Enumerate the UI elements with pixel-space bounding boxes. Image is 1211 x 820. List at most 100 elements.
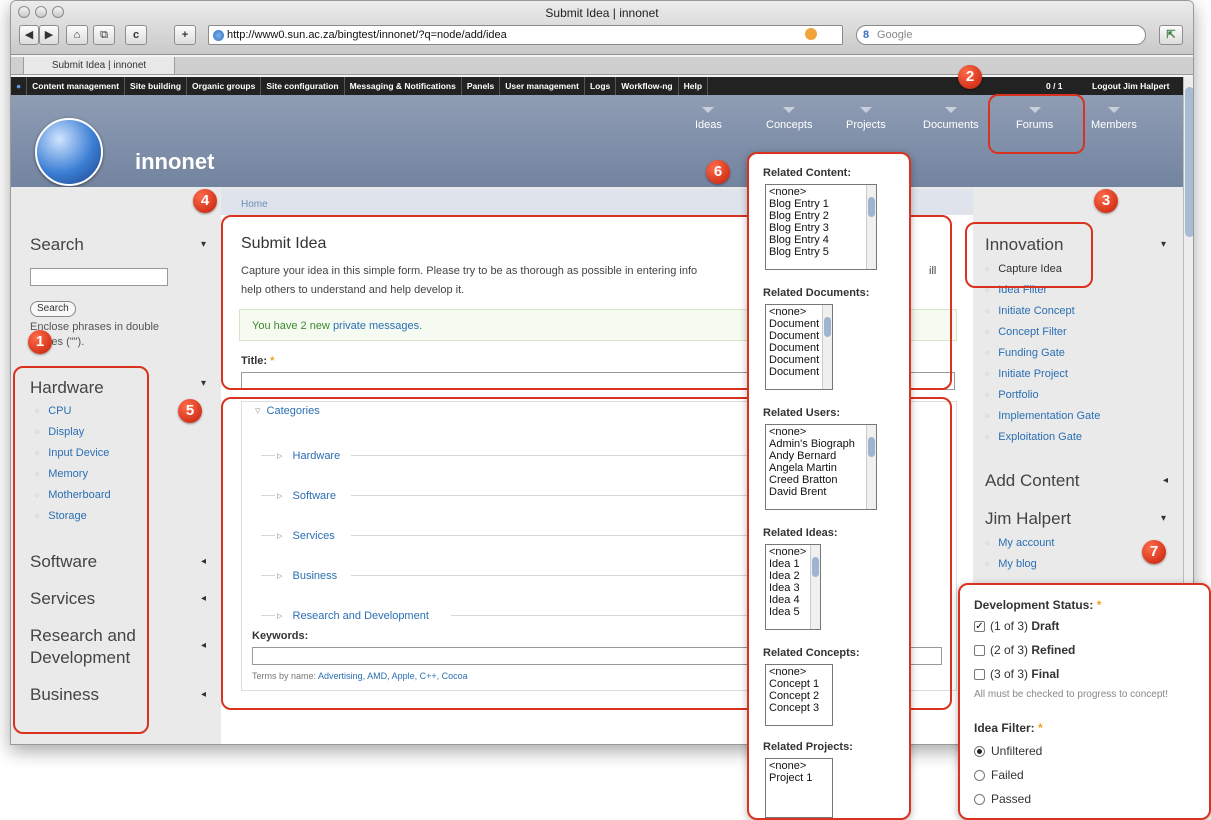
- back-button[interactable]: ◀: [19, 25, 39, 45]
- admin-item-help[interactable]: Help: [679, 77, 709, 95]
- list-option[interactable]: <none>: [769, 666, 829, 678]
- list-option[interactable]: Blog Entry 5: [769, 246, 873, 258]
- address-bar[interactable]: http://www0.sun.ac.za/bingtest/innonet/?…: [208, 25, 843, 45]
- innovation-concept-filter[interactable]: Concept Filter: [985, 326, 1066, 338]
- nav-concepts[interactable]: Concepts: [766, 107, 812, 131]
- site-name[interactable]: innonet: [135, 149, 214, 175]
- drupal-icon[interactable]: ●: [11, 77, 28, 95]
- list-option[interactable]: Document: [769, 366, 829, 378]
- scrollbar-thumb[interactable]: [812, 557, 819, 577]
- checkbox[interactable]: [974, 645, 985, 657]
- nav-ideas[interactable]: Ideas: [695, 107, 722, 131]
- list-option[interactable]: Document: [769, 318, 829, 330]
- resize-icon[interactable]: ⧉: [93, 25, 115, 45]
- expand-icon[interactable]: ◂: [201, 593, 206, 604]
- innonet-logo[interactable]: [35, 118, 103, 186]
- admin-item-logs[interactable]: Logs: [585, 77, 617, 95]
- list-option[interactable]: <none>: [769, 306, 829, 318]
- expand-icon[interactable]: ◂: [201, 556, 206, 567]
- nav-members[interactable]: Members: [1091, 107, 1137, 131]
- related-documents-list[interactable]: <none> Document Document Document Docume…: [765, 304, 833, 390]
- list-option[interactable]: Concept 1: [769, 678, 829, 690]
- list-scrollbar[interactable]: [810, 545, 820, 629]
- related-content-list[interactable]: <none> Blog Entry 1 Blog Entry 2 Blog En…: [765, 184, 877, 270]
- status-option-final[interactable]: (3 of 3) Final: [974, 667, 1059, 681]
- innovation-funding-gate[interactable]: Funding Gate: [985, 347, 1065, 359]
- status-option-draft[interactable]: ✓ (1 of 3) Draft: [974, 619, 1059, 633]
- list-option[interactable]: Document: [769, 354, 829, 366]
- collapse-icon[interactable]: ▾: [201, 239, 206, 250]
- list-option[interactable]: Andy Bernard: [769, 450, 873, 462]
- rss-icon[interactable]: [805, 28, 817, 40]
- list-option[interactable]: <none>: [769, 426, 873, 438]
- radio[interactable]: [974, 770, 985, 782]
- admin-item-organic-groups[interactable]: Organic groups: [187, 77, 262, 95]
- expand-icon[interactable]: ◂: [1163, 475, 1168, 486]
- search-submit-button[interactable]: Search: [30, 301, 76, 317]
- sidebar-search-input[interactable]: [30, 268, 168, 286]
- list-option[interactable]: Blog Entry 2: [769, 210, 873, 222]
- filter-option-passed[interactable]: Passed: [974, 792, 1031, 806]
- innovation-portfolio[interactable]: Portfolio: [985, 389, 1038, 401]
- nav-documents[interactable]: Documents: [923, 107, 979, 131]
- admin-item-workflow[interactable]: Workflow-ng: [616, 77, 679, 95]
- admin-item-content[interactable]: Content management: [27, 77, 126, 95]
- list-option[interactable]: Admin's Biograph: [769, 438, 873, 450]
- radio[interactable]: [974, 794, 985, 806]
- admin-item-site-config[interactable]: Site configuration: [261, 77, 345, 95]
- list-option[interactable]: Concept 3: [769, 702, 829, 714]
- collapse-icon[interactable]: ▾: [1161, 513, 1166, 524]
- list-option[interactable]: <none>: [769, 186, 873, 198]
- list-option[interactable]: Creed Bratton: [769, 474, 873, 486]
- related-concepts-list[interactable]: <none> Concept 1 Concept 2 Concept 3: [765, 664, 833, 726]
- checkbox[interactable]: [974, 669, 985, 681]
- admin-item-panels[interactable]: Panels: [462, 77, 501, 95]
- list-option[interactable]: Blog Entry 3: [769, 222, 873, 234]
- related-projects-list[interactable]: <none> Project 1: [765, 758, 833, 818]
- status-option-refined[interactable]: (2 of 3) Refined: [974, 643, 1075, 657]
- related-ideas-list[interactable]: <none> Idea 1 Idea 2 Idea 3 Idea 4 Idea …: [765, 544, 821, 630]
- related-users-list[interactable]: <none> Admin's Biograph Andy Bernard Ang…: [765, 424, 877, 510]
- list-scrollbar[interactable]: [822, 305, 832, 389]
- user-my-account[interactable]: My account: [985, 537, 1054, 549]
- filter-option-unfiltered[interactable]: Unfiltered: [974, 744, 1042, 758]
- list-option[interactable]: Blog Entry 4: [769, 234, 873, 246]
- filter-option-failed[interactable]: Failed: [974, 768, 1024, 782]
- radio-selected[interactable]: [974, 746, 985, 758]
- list-option[interactable]: Concept 2: [769, 690, 829, 702]
- tab-submit-idea[interactable]: Submit Idea | innonet: [23, 57, 175, 75]
- nav-projects[interactable]: Projects: [846, 107, 886, 131]
- sidebar-toggle-button[interactable]: ⇱: [1159, 25, 1183, 45]
- list-option[interactable]: David Brent: [769, 486, 873, 498]
- admin-item-site-building[interactable]: Site building: [125, 77, 188, 95]
- scrollbar-thumb[interactable]: [1185, 87, 1193, 237]
- scrollbar-thumb[interactable]: [824, 317, 831, 337]
- scrollbar-thumb[interactable]: [868, 437, 875, 457]
- forward-button[interactable]: ▶: [39, 25, 59, 45]
- user-my-blog[interactable]: My blog: [985, 558, 1037, 570]
- admin-item-user-management[interactable]: User management: [500, 77, 585, 95]
- list-option[interactable]: Document: [769, 330, 829, 342]
- list-option[interactable]: <none>: [769, 760, 829, 772]
- innovation-implementation-gate[interactable]: Implementation Gate: [985, 410, 1100, 422]
- collapse-icon[interactable]: ▾: [1161, 239, 1166, 250]
- admin-item-messaging[interactable]: Messaging & Notifications: [345, 77, 462, 95]
- add-bookmark-button[interactable]: +: [174, 25, 196, 45]
- search-field[interactable]: 8 Google: [856, 25, 1146, 45]
- list-scrollbar[interactable]: [866, 425, 876, 509]
- reload-button[interactable]: c: [125, 25, 147, 45]
- scrollbar-thumb[interactable]: [868, 197, 875, 217]
- checkbox-checked[interactable]: ✓: [974, 621, 985, 633]
- list-option[interactable]: Project 1: [769, 772, 829, 784]
- list-option[interactable]: Document: [769, 342, 829, 354]
- list-option[interactable]: Blog Entry 1: [769, 198, 873, 210]
- home-button[interactable]: ⌂: [66, 25, 88, 45]
- expand-icon[interactable]: ◂: [201, 640, 206, 651]
- add-content-block-title[interactable]: Add Content: [985, 471, 1080, 491]
- innovation-exploitation-gate[interactable]: Exploitation Gate: [985, 431, 1082, 443]
- logout-link[interactable]: Logout Jim Halpert: [1087, 77, 1174, 95]
- innovation-initiate-concept[interactable]: Initiate Concept: [985, 305, 1074, 317]
- breadcrumb-home[interactable]: Home: [241, 199, 268, 210]
- expand-icon[interactable]: ◂: [201, 689, 206, 700]
- innovation-initiate-project[interactable]: Initiate Project: [985, 368, 1068, 380]
